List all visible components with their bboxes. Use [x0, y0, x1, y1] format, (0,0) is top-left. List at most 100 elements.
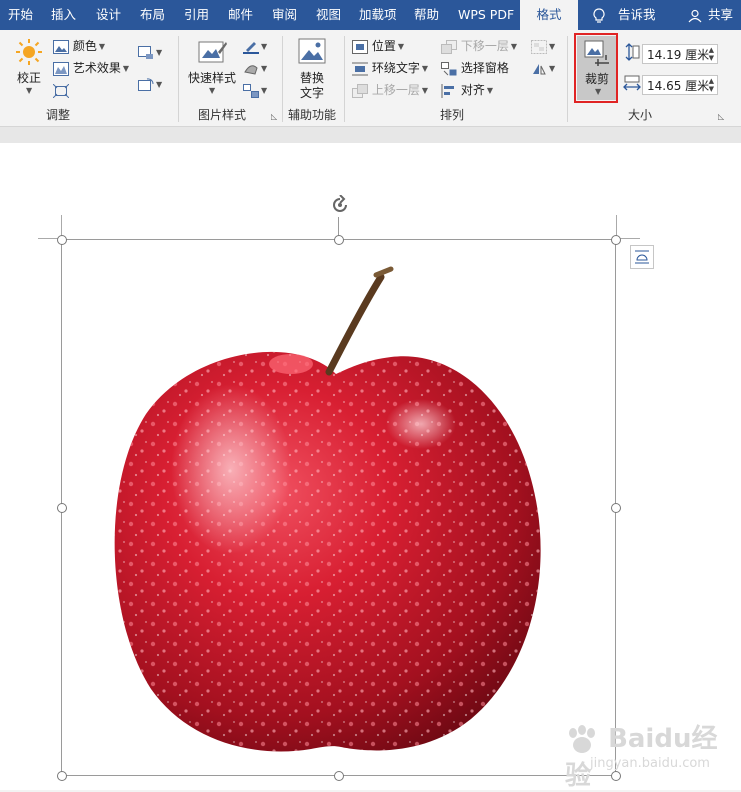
dialog-launcher-icon[interactable]: ◺: [271, 112, 280, 121]
change-picture-icon: [138, 45, 153, 59]
lightbulb-icon: [593, 7, 605, 23]
resize-handle-bottom-left[interactable]: [57, 771, 67, 781]
share-label: 共享: [707, 7, 733, 22]
wrap-text-icon: [352, 62, 368, 75]
chevron-down-icon: ▼: [549, 41, 556, 51]
spin-arrows-icon[interactable]: ▲ ▼: [709, 77, 714, 93]
chevron-down-icon: ▼: [156, 47, 163, 57]
rotate-icon: [533, 63, 546, 74]
picture-styles-group-label: 图片样式: [197, 108, 246, 122]
group-divider: [344, 36, 345, 122]
ribbon-tab-bar: 开始 插入 设计 布局 引用 邮件 审阅 视图 加载项 帮助 WPS PDF 格…: [0, 0, 741, 30]
bring-forward-button[interactable]: 上移一层 ▼: [352, 80, 428, 100]
resize-handle-right[interactable]: [611, 503, 621, 513]
group-objects-button[interactable]: ▼: [531, 36, 555, 56]
chevron-down-icon: ▼: [549, 63, 556, 73]
corrections-button[interactable]: 校正 ▼: [12, 38, 46, 98]
group-divider: [178, 36, 179, 122]
group-objects-icon: [531, 39, 547, 54]
tab-wps-pdf[interactable]: WPS PDF: [458, 0, 514, 30]
chevron-down-icon: ▼: [209, 86, 216, 95]
tab-format[interactable]: 格式: [520, 0, 578, 30]
quick-styles-button[interactable]: 快速样式 ▼: [186, 38, 238, 98]
group-divider: [282, 36, 283, 122]
chevron-down-icon: ▼: [261, 85, 268, 95]
watermark-url: jingyan.baidu.com: [590, 756, 710, 771]
ribbon: 校正 ▼ 颜色 ▼ 艺术效果 ▼ ▼ ▼ 调整 快速样式 ▼ ▼ ▼ ▼ 图片样式 …: [0, 30, 741, 127]
alt-text-icon: [298, 38, 326, 64]
tab-help[interactable]: 帮助: [414, 0, 439, 30]
tab-home[interactable]: 开始: [8, 0, 33, 30]
alt-text-label-line2: 文字: [299, 86, 324, 100]
resize-handle-top[interactable]: [334, 235, 344, 245]
send-backward-label: 下移一层: [460, 39, 509, 53]
selection-pane-button[interactable]: 选择窗格: [441, 58, 509, 78]
tab-view[interactable]: 视图: [316, 0, 341, 30]
shape-width-input[interactable]: 14.65 厘米 ▲ ▼: [642, 75, 718, 95]
position-label: 位置: [371, 39, 396, 53]
tab-review[interactable]: 审阅: [272, 0, 297, 30]
position-icon: [352, 39, 368, 54]
shape-width-icon: [623, 75, 641, 91]
selection-pane-icon: [441, 61, 457, 75]
share-button[interactable]: 共享: [688, 0, 733, 30]
change-picture-button[interactable]: ▼: [138, 42, 162, 62]
chevron-down-icon: ▼: [510, 41, 517, 51]
effects-icon: [244, 64, 258, 75]
align-icon: [441, 83, 454, 98]
chevron-down-icon: ▼: [26, 86, 33, 95]
alt-text-button[interactable]: 替换 文字: [290, 38, 334, 102]
resize-handle-top-right[interactable]: [611, 235, 621, 245]
compress-pictures-button[interactable]: [53, 80, 69, 100]
resize-handle-left[interactable]: [57, 503, 67, 513]
picture-layout-button[interactable]: ▼: [243, 80, 267, 100]
compress-icon: [53, 83, 69, 98]
chevron-down-icon: ▼: [421, 63, 428, 73]
tab-insert[interactable]: 插入: [51, 0, 76, 30]
send-backward-button[interactable]: 下移一层 ▼: [441, 36, 517, 56]
tab-addins[interactable]: 加载项: [359, 0, 397, 30]
spin-arrows-icon[interactable]: ▲ ▼: [709, 46, 714, 62]
color-button[interactable]: 颜色 ▼: [53, 36, 105, 56]
rotate-button[interactable]: ▼: [531, 58, 555, 78]
selection-pane-label: 选择窗格: [460, 61, 509, 75]
tab-layout[interactable]: 布局: [140, 0, 165, 30]
picture-effects-button[interactable]: ▼: [243, 58, 267, 78]
picture-color-icon: [53, 39, 69, 54]
rotate-handle[interactable]: [330, 194, 350, 215]
artistic-effects-button[interactable]: 艺术效果 ▼: [53, 58, 129, 78]
dialog-launcher-icon[interactable]: ◺: [718, 112, 727, 121]
chevron-down-icon: ▼: [397, 41, 404, 51]
document-page[interactable]: Baidu经验 jingyan.baidu.com: [0, 143, 741, 792]
shape-height-input[interactable]: 14.19 厘米 ▲ ▼: [642, 44, 718, 64]
resize-handle-top-left[interactable]: [57, 235, 67, 245]
bring-forward-label: 上移一层: [371, 83, 420, 97]
shape-height-icon: [625, 43, 640, 61]
resize-handle-bottom[interactable]: [334, 771, 344, 781]
chevron-down-icon: ▼: [122, 63, 129, 73]
tab-design[interactable]: 设计: [96, 0, 121, 30]
position-button[interactable]: 位置 ▼: [352, 36, 404, 56]
color-label: 颜色: [72, 39, 97, 53]
corrections-label: 校正: [16, 71, 41, 85]
picture-border-button[interactable]: ▼: [243, 36, 267, 56]
chevron-down-icon: ▼: [261, 41, 268, 51]
sun-icon: [16, 39, 42, 65]
layout-options-button[interactable]: [630, 245, 654, 269]
adjust-group-label: 调整: [45, 108, 70, 122]
size-group-label: 大小: [627, 108, 652, 122]
tell-me-label: 告诉我: [617, 7, 656, 22]
reset-picture-button[interactable]: ▼: [138, 74, 162, 94]
wrap-text-label: 环绕文字: [371, 61, 420, 75]
align-button[interactable]: 对齐 ▼: [441, 80, 493, 100]
wrap-text-button[interactable]: 环绕文字 ▼: [352, 58, 428, 78]
watermark-brand: Baidu经验: [565, 718, 741, 792]
chevron-down-icon: ▼: [421, 85, 428, 95]
accessibility-group-label: 辅助功能: [287, 108, 336, 122]
shape-height-value: 14.19 厘米: [647, 48, 710, 62]
rotate-handle-icon: [333, 194, 347, 212]
tab-references[interactable]: 引用: [184, 0, 209, 30]
chevron-down-icon: ▼: [261, 63, 268, 73]
tell-me[interactable]: 告诉我: [592, 0, 656, 30]
tab-mailings[interactable]: 邮件: [228, 0, 253, 30]
